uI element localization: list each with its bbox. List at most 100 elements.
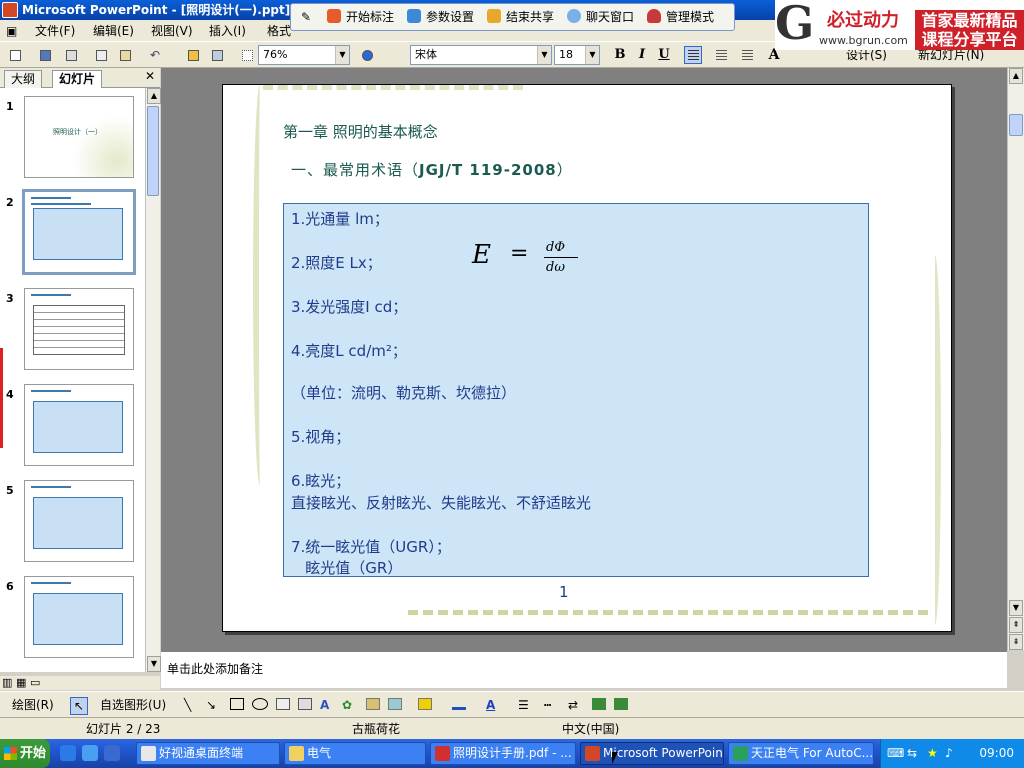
sorter-view-icon[interactable]: ▦ [16,676,26,689]
help-icon[interactable] [358,46,376,64]
line-style-icon[interactable]: ☰ [518,697,529,713]
menu-insert[interactable]: 插入(I) [209,22,246,40]
scrollbar-thumb[interactable] [1009,114,1023,136]
settings-button[interactable]: 参数设置 [407,9,474,25]
scroll-up-icon[interactable]: ▲ [1009,68,1023,84]
vine-decoration [929,255,941,625]
wordart-icon[interactable]: A [320,697,329,713]
dash-style-icon[interactable]: ┅ [544,697,551,713]
picture-icon[interactable] [388,698,402,710]
slides-scrollbar[interactable]: ▲ ▼ [145,88,161,672]
taskbar-item-autocad[interactable]: 天正电气 For AutoC... [728,742,874,765]
media-player-icon[interactable] [104,745,120,761]
scroll-up-icon[interactable]: ▲ [147,88,161,104]
print-icon[interactable] [62,46,80,64]
ie-icon[interactable] [60,745,76,761]
autocad-icon [733,746,748,761]
arrow-style-icon[interactable]: ⇄ [568,697,578,713]
taskbar-item-powerpoint[interactable]: Microsoft PowerPoint ... [580,742,724,765]
bold-button[interactable]: B [610,46,630,64]
slide-section-title[interactable]: 一、最常用术语（JGJ/T 119-2008） [291,159,573,180]
line-tool-icon[interactable]: ╲ [184,697,191,713]
fill-color-icon[interactable] [418,698,432,710]
chat-window-button[interactable]: 聊天窗口 [567,9,634,25]
slide-content-box[interactable]: 1.光通量 lm； 2.照度E Lx； E = dΦ dω 3.发光强度I cd… [283,203,869,577]
vertical-textbox-icon[interactable] [298,698,312,710]
font-select[interactable]: 宋体 ▼ [410,45,552,65]
slideshow-view-icon[interactable]: ▭ [30,676,40,689]
notes-pane[interactable]: 单击此处添加备注 [161,650,1007,688]
underline-button[interactable]: U [654,46,674,64]
scroll-down-icon[interactable]: ▼ [147,656,161,672]
slide-chapter-title[interactable]: 第一章 照明的基本概念 [283,121,438,142]
thumb-content-box [33,497,123,549]
scroll-down-icon[interactable]: ▼ [1009,600,1023,616]
security-icon[interactable]: ★ [927,746,938,760]
copy-icon[interactable] [92,46,110,64]
textbox-tool-icon[interactable] [276,698,290,710]
normal-view-icon[interactable]: ▥ [2,676,12,689]
shadow-icon[interactable] [592,698,606,710]
menu-view[interactable]: 视图(V) [151,22,193,40]
oval-tool-icon[interactable] [252,698,268,710]
zoom-select[interactable]: 76% ▼ [258,45,350,65]
autoshapes-button[interactable]: 自选图形(U) [100,697,166,713]
scrollbar-thumb[interactable] [147,106,159,196]
slide-thumbnail-2[interactable] [22,189,136,275]
taskbar-item-pdf[interactable]: 照明设计手册.pdf - ... [430,742,576,765]
slide-scrollbar[interactable]: ▲ ▼ ⇞ ⇟ [1007,68,1024,650]
draw-menu-button[interactable]: 绘图(R) [12,697,54,713]
numbered-list-icon[interactable] [712,46,730,64]
insert-table-icon[interactable] [208,46,226,64]
undo-icon[interactable]: ↶ [146,46,164,64]
menu-format[interactable]: 格式 [267,22,291,40]
slide-thumbnail-3[interactable] [24,288,134,370]
menu-edit[interactable]: 编辑(E) [93,22,134,40]
font-size-select[interactable]: 18 ▼ [554,45,600,65]
logo-promo: 首家最新精品 课程分享平台 [915,10,1024,50]
next-slide-icon[interactable]: ⇟ [1009,634,1023,650]
line-color-icon[interactable] [452,698,466,710]
previous-slide-icon[interactable]: ⇞ [1009,617,1023,633]
tab-slides[interactable]: 幻灯片 [52,70,103,88]
diagram-icon[interactable]: ✿ [342,697,352,713]
current-slide[interactable]: 第一章 照明的基本概念 一、最常用术语（JGJ/T 119-2008） 1.光通… [222,84,952,632]
select-arrow-icon[interactable]: ↖ [70,697,89,715]
save-icon[interactable] [36,46,54,64]
vine-decoration [408,605,928,615]
doc-menu-icon[interactable]: ▣ [6,22,17,40]
font-color-icon[interactable]: A [486,697,495,713]
rectangle-tool-icon[interactable] [230,698,244,710]
watermark-logo: G 必过动力 www.bgrun.com 首家最新精品 课程分享平台 [775,0,1024,50]
start-annotation-button[interactable]: 开始标注 [327,9,394,25]
keyboard-icon[interactable]: ⌨ [887,746,904,760]
close-icon[interactable]: ✕ [145,69,155,83]
insert-chart-icon[interactable] [184,46,202,64]
arrow-tool-icon[interactable]: ↘ [206,697,216,713]
network-icon[interactable]: ⇆ [907,746,917,760]
volume-icon[interactable]: ♪ [945,746,953,760]
end-share-button[interactable]: 结束共享 [487,9,554,25]
menu-file[interactable]: 文件(F) [35,22,75,40]
slide-thumbnail-6[interactable] [24,576,134,658]
paste-icon[interactable] [116,46,134,64]
bullet-list-icon[interactable] [738,46,756,64]
taskbar-item-folder[interactable]: 电气 [284,742,426,765]
align-left-icon[interactable] [684,46,702,64]
clipart-icon[interactable] [366,698,380,710]
3d-icon[interactable] [614,698,628,710]
slide-thumbnail-5[interactable] [24,480,134,562]
admin-mode-button[interactable]: 管理模式 [647,9,714,25]
start-button[interactable]: 开始 [0,739,50,768]
pin-icon[interactable]: ✎ [301,9,311,25]
tab-outline[interactable]: 大纲 [4,70,43,88]
outlook-icon[interactable] [82,745,98,761]
slide-number: 6 [6,580,14,593]
grid-icon[interactable] [238,46,256,64]
start-annotation-label: 开始标注 [346,10,395,24]
new-icon[interactable] [6,46,24,64]
taskbar-item-video-terminal[interactable]: 好视通桌面终端 [136,742,280,765]
slide-thumbnail-4[interactable] [24,384,134,466]
italic-button[interactable]: I [632,46,652,64]
slide-thumbnail-1[interactable]: 照明设计（一） [24,96,134,178]
